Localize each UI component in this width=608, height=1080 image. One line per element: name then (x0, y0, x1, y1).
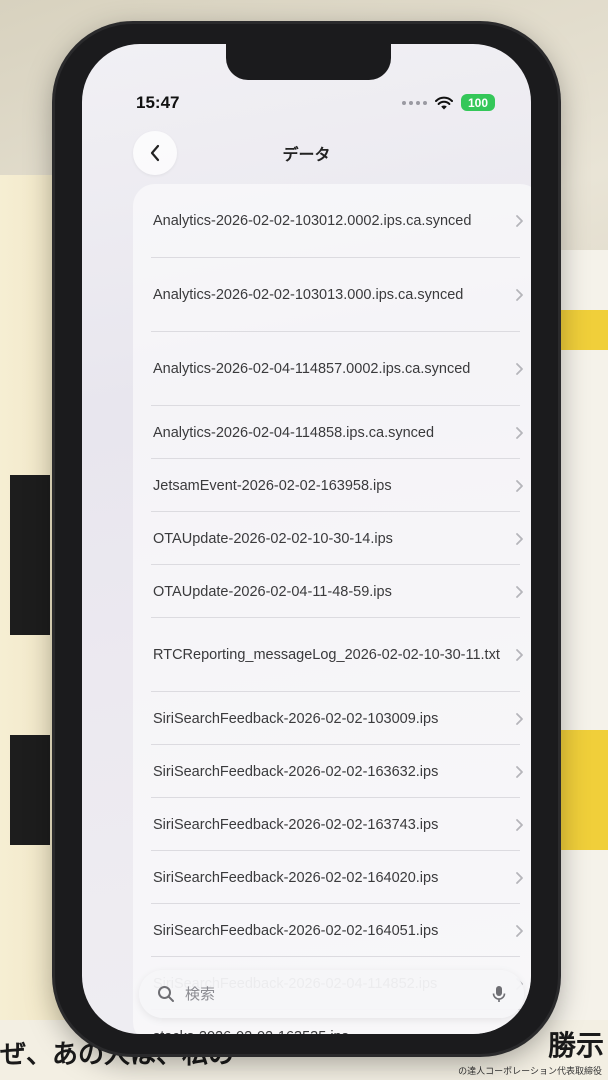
page-title: データ (282, 145, 331, 164)
wifi-icon (435, 96, 453, 109)
file-name: JetsamEvent-2026-02-02-163958.ips (153, 477, 392, 494)
chevron-right-icon (516, 585, 523, 598)
file-name: SiriSearchFeedback-2026-02-02-163632.ips (153, 763, 439, 780)
file-list: Analytics-2026-02-02-103012.0002.ips.ca.… (133, 184, 531, 1034)
list-item[interactable]: SiriSearchFeedback-2026-02-02-164051.ips (133, 904, 531, 957)
background-text-small: の達人コーポレーション代表取締役 (458, 1067, 602, 1077)
chevron-right-icon (516, 363, 523, 375)
chevron-right-icon (516, 818, 523, 831)
list-item[interactable]: JetsamEvent-2026-02-02-163958.ips (133, 459, 531, 512)
chevron-right-icon (516, 649, 523, 661)
status-indicators: 100 (402, 94, 495, 111)
status-time: 15:47 (136, 93, 180, 112)
chevron-right-icon (516, 532, 523, 545)
file-name: stacks-2026-02-02-163535.ips (153, 1027, 349, 1035)
search-input[interactable] (185, 985, 492, 1003)
chevron-right-icon (516, 765, 523, 778)
chevron-right-icon (516, 479, 523, 492)
list-item[interactable]: Analytics-2026-02-04-114858.ips.ca.synce… (133, 406, 531, 459)
notch (226, 44, 391, 80)
list-item[interactable]: SiriSearchFeedback-2026-02-02-164020.ips (133, 851, 531, 904)
chevron-right-icon (516, 1030, 521, 1034)
file-name: Analytics-2026-02-04-114857.0002.ips.ca.… (153, 361, 471, 377)
list-item[interactable]: Analytics-2026-02-02-103013.000.ips.ca.s… (133, 258, 531, 332)
phone-screen: 15:47 100 データ Analytics-2026-02-02-10301… (82, 44, 531, 1034)
chevron-right-icon (516, 712, 523, 725)
file-name: SiriSearchFeedback-2026-02-02-163743.ips (153, 816, 439, 833)
file-name: OTAUpdate-2026-02-04-11-48-59.ips (153, 583, 392, 600)
list-item[interactable]: SiriSearchFeedback-2026-02-02-163743.ips (133, 798, 531, 851)
file-name: Analytics-2026-02-02-103012.0002.ips.ca.… (153, 213, 472, 229)
chevron-right-icon (516, 871, 523, 884)
search-icon (158, 986, 174, 1002)
list-item[interactable]: OTAUpdate-2026-02-02-10-30-14.ips (133, 512, 531, 565)
list-item[interactable]: Analytics-2026-02-02-103012.0002.ips.ca.… (133, 184, 531, 258)
chevron-right-icon (516, 215, 523, 227)
background-text-right: 勝示 (547, 1029, 604, 1062)
file-name: OTAUpdate-2026-02-02-10-30-14.ips (153, 530, 393, 547)
battery-indicator: 100 (461, 94, 495, 111)
file-name: RTCReporting_messageLog_2026-02-02-10-30… (153, 647, 500, 663)
signal-dots-icon (402, 100, 427, 105)
file-name: SiriSearchFeedback-2026-02-02-103009.ips (153, 710, 439, 727)
chevron-right-icon (516, 426, 523, 439)
phone-frame: 15:47 100 データ Analytics-2026-02-02-10301… (55, 24, 558, 1054)
list-item[interactable]: SiriSearchFeedback-2026-02-02-163632.ips (133, 745, 531, 798)
file-name: SiriSearchFeedback-2026-02-02-164051.ips (153, 922, 439, 939)
chevron-right-icon (516, 924, 523, 937)
file-name: Analytics-2026-02-02-103013.000.ips.ca.s… (153, 287, 464, 303)
list-item[interactable]: SiriSearchFeedback-2026-02-02-103009.ips (133, 692, 531, 745)
list-item[interactable]: Analytics-2026-02-04-114857.0002.ips.ca.… (133, 332, 531, 406)
file-name: SiriSearchFeedback-2026-02-02-164020.ips (153, 869, 439, 886)
chevron-right-icon (516, 289, 523, 301)
list-item[interactable]: RTCReporting_messageLog_2026-02-02-10-30… (133, 618, 531, 692)
search-bar[interactable] (139, 970, 524, 1018)
file-name: Analytics-2026-02-04-114858.ips.ca.synce… (153, 424, 435, 441)
microphone-icon[interactable] (492, 985, 506, 1003)
list-item[interactable]: OTAUpdate-2026-02-04-11-48-59.ips (133, 565, 531, 618)
